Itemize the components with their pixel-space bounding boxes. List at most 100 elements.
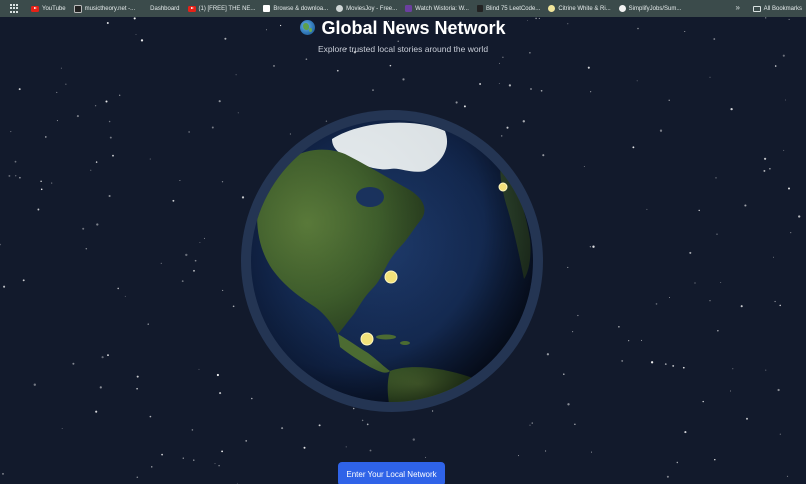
star	[182, 457, 184, 459]
star	[402, 78, 405, 81]
bookmark-wistoria[interactable]: Watch Wistoria: W...	[405, 5, 469, 12]
star	[463, 105, 466, 108]
star	[746, 417, 748, 420]
star	[151, 466, 153, 468]
enter-local-network-button[interactable]: Enter Your Local Network	[338, 462, 445, 484]
bookmark-label: MoviesJoy - Free...	[346, 5, 398, 12]
star	[389, 64, 392, 67]
star	[366, 423, 369, 426]
star	[412, 438, 415, 441]
star	[589, 246, 591, 248]
star	[65, 83, 67, 85]
news-marker-east-coast[interactable]	[384, 270, 398, 284]
star	[730, 390, 731, 392]
star	[646, 208, 648, 210]
bookmark-simplifyjobs[interactable]: SimplifyJobs/Sum...	[618, 5, 681, 12]
star	[790, 232, 792, 234]
star	[769, 167, 771, 170]
bookmark-citrine[interactable]: Citrine White & Ri...	[548, 5, 611, 12]
star	[85, 248, 88, 250]
star	[709, 76, 711, 78]
star	[774, 300, 776, 303]
star	[108, 120, 111, 123]
star	[717, 330, 719, 332]
star	[545, 450, 547, 452]
page-title: Global News Network	[0, 17, 806, 39]
star	[479, 83, 482, 85]
bookmarks-overflow-icon[interactable]: »	[736, 3, 740, 12]
star	[18, 88, 21, 91]
github-icon	[618, 5, 626, 12]
star	[779, 304, 781, 307]
star	[498, 62, 500, 64]
star	[214, 463, 216, 465]
star	[529, 424, 531, 426]
bookmark-label: Blind 75 LeetCode...	[485, 5, 541, 12]
star	[345, 446, 347, 448]
star	[211, 126, 214, 129]
page-title-text: Global News Network	[321, 18, 506, 38]
star	[119, 94, 121, 96]
news-marker-florida[interactable]	[360, 332, 374, 346]
star	[19, 176, 21, 179]
star	[798, 215, 801, 218]
star	[8, 174, 11, 177]
star	[763, 169, 766, 172]
star	[235, 74, 237, 76]
news-marker-north-east[interactable]	[498, 182, 508, 192]
star	[783, 149, 785, 151]
s-icon	[263, 5, 271, 12]
star	[664, 363, 667, 365]
globe-icon	[336, 5, 344, 12]
star	[732, 368, 734, 370]
bookmark-browse-download[interactable]: Browse & downloa...	[263, 5, 328, 12]
star	[590, 451, 592, 453]
star	[567, 403, 570, 406]
bookmark-youtube[interactable]: YouTube	[31, 5, 66, 12]
star	[33, 383, 36, 386]
star	[590, 91, 592, 93]
globe[interactable]	[240, 109, 544, 413]
bookmark-dashboard[interactable]: Dashboard	[143, 6, 179, 12]
star	[181, 280, 184, 282]
star	[636, 80, 638, 82]
star	[193, 459, 195, 461]
star	[577, 314, 579, 317]
star	[136, 476, 139, 479]
star	[563, 373, 565, 375]
bookmark-label: musictheory.net -...	[84, 5, 136, 12]
star	[650, 361, 654, 364]
w-icon	[405, 5, 413, 12]
star	[10, 131, 12, 133]
star	[40, 180, 42, 182]
star	[3, 285, 6, 288]
star	[336, 69, 339, 72]
star	[40, 188, 43, 191]
bookmark-blind75[interactable]: Blind 75 LeetCode...	[476, 5, 541, 12]
folder-icon	[752, 5, 761, 12]
bookmark-label: Watch Wistoria: W...	[415, 5, 469, 12]
star	[788, 187, 790, 190]
bookmark-free-the-ne[interactable]: (1) [FREE] THE NE...	[187, 5, 255, 12]
star	[361, 419, 364, 422]
star	[136, 375, 139, 378]
earth-globe-icon	[300, 20, 316, 35]
star	[172, 199, 175, 202]
star	[82, 227, 85, 230]
star	[95, 410, 98, 413]
bookmark-moviesjoy[interactable]: MoviesJoy - Free...	[336, 5, 397, 12]
bookmark-musictheory[interactable]: musictheory.net -...	[73, 4, 136, 13]
star	[587, 66, 590, 69]
bookmark-label: Browse & downloa...	[273, 5, 329, 12]
star	[540, 89, 543, 92]
star	[318, 424, 321, 427]
star	[720, 282, 722, 283]
star	[583, 165, 585, 167]
star	[101, 356, 104, 359]
page-content: Global News Network Explore trusted loca…	[0, 17, 806, 484]
star	[709, 300, 711, 302]
apps-grid-icon[interactable]	[10, 4, 19, 13]
star	[149, 158, 151, 160]
all-bookmarks-button[interactable]: All Bookmarks	[752, 0, 802, 17]
star	[655, 303, 658, 305]
